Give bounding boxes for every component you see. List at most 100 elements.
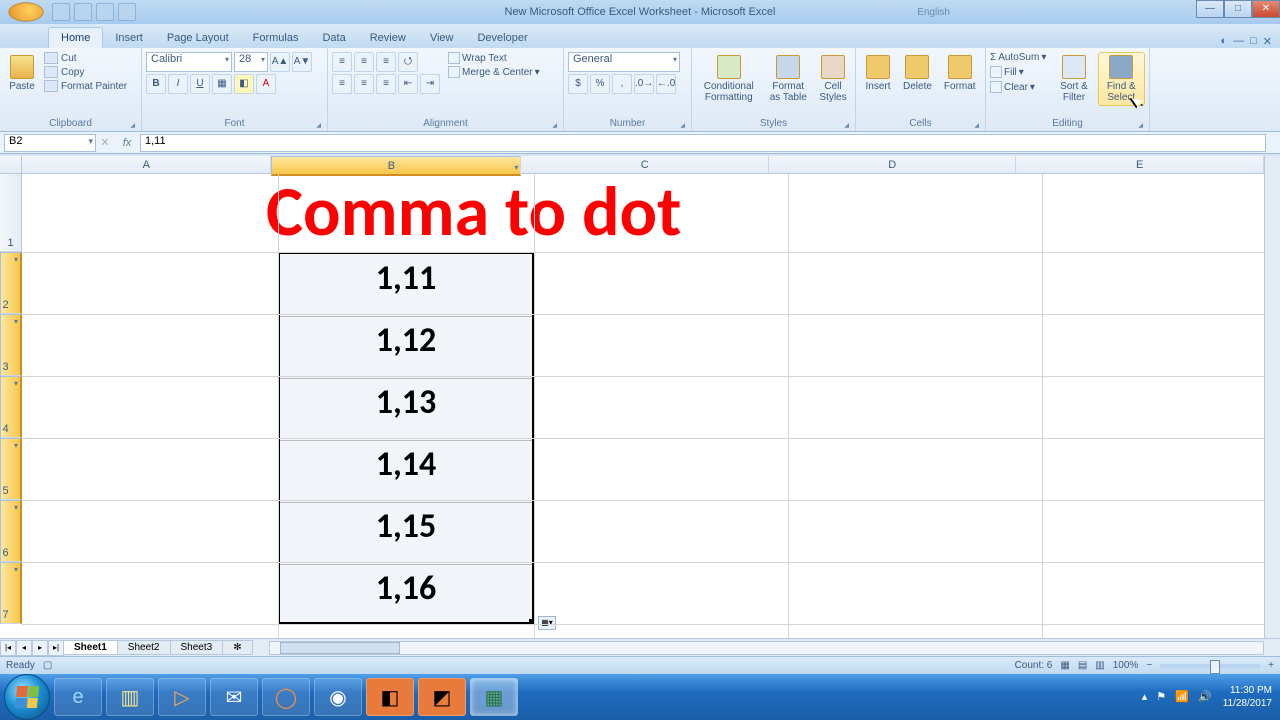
- conditional-formatting-button[interactable]: Conditional Formatting: [696, 52, 762, 106]
- start-button[interactable]: [4, 674, 50, 720]
- cells-area[interactable]: Comma to dot 1,111,121,131,141,151,16 ▦▾: [22, 174, 1264, 638]
- worksheet-grid[interactable]: ABCDE 1234567 Comma to dot 1,111,121,131…: [0, 156, 1264, 638]
- tray-icons[interactable]: ▴ ⚑ 📶 🔊: [1142, 691, 1215, 704]
- autofill-options-icon[interactable]: ▦▾: [538, 616, 556, 630]
- merge-center-button[interactable]: Merge & Center ▾: [448, 66, 540, 78]
- vertical-scrollbar[interactable]: [1264, 156, 1280, 638]
- tab-developer[interactable]: Developer: [465, 28, 539, 48]
- font-name-select[interactable]: Calibri: [146, 52, 232, 72]
- align-bottom-button[interactable]: ≡: [376, 52, 396, 72]
- tab-data[interactable]: Data: [310, 28, 357, 48]
- decrease-indent-button[interactable]: ⇤: [398, 74, 418, 94]
- row-header-6[interactable]: 6: [0, 500, 22, 562]
- close-button[interactable]: ✕: [1252, 0, 1280, 18]
- fill-button[interactable]: Fill ▾: [990, 66, 1046, 78]
- taskbar-app2-icon[interactable]: ◩: [418, 678, 466, 716]
- shrink-font-button[interactable]: A▼: [292, 52, 312, 72]
- copy-button[interactable]: Copy: [44, 66, 127, 78]
- row-header-1[interactable]: 1: [0, 174, 22, 252]
- find-select-button[interactable]: Find & Select: [1098, 52, 1145, 106]
- sheet-nav-last[interactable]: ▸|: [48, 640, 64, 656]
- cell-B6[interactable]: 1,15: [280, 502, 532, 564]
- align-top-button[interactable]: ≡: [332, 52, 352, 72]
- tab-home[interactable]: Home: [48, 27, 103, 48]
- sort-filter-button[interactable]: Sort & Filter: [1052, 52, 1095, 106]
- col-header-A[interactable]: A: [22, 156, 271, 174]
- sheet-tab-3[interactable]: Sheet3: [170, 640, 224, 655]
- currency-button[interactable]: $: [568, 74, 588, 94]
- number-format-select[interactable]: General: [568, 52, 680, 72]
- qat-dropdown-icon[interactable]: [118, 3, 136, 21]
- tab-view[interactable]: View: [418, 28, 466, 48]
- qat-redo-icon[interactable]: [96, 3, 114, 21]
- cell-B5[interactable]: 1,14: [280, 440, 532, 502]
- cancel-formula-icon[interactable]: ✕: [96, 136, 114, 149]
- underline-button[interactable]: U: [190, 74, 210, 94]
- sheet-nav-prev[interactable]: ◂: [16, 640, 32, 656]
- system-tray[interactable]: ▴ ⚑ 📶 🔊 11:30 PM 11/28/2017: [1142, 684, 1280, 710]
- format-as-table-button[interactable]: Format as Table: [764, 52, 813, 106]
- taskbar-excel-icon[interactable]: ▦: [470, 678, 518, 716]
- close-workbook-icon[interactable]: ✕: [1263, 35, 1272, 48]
- name-box[interactable]: B2: [4, 134, 96, 152]
- paste-button[interactable]: Paste: [4, 52, 40, 95]
- row-header-5[interactable]: 5: [0, 438, 22, 500]
- hscroll-thumb[interactable]: [280, 642, 400, 654]
- zoom-level[interactable]: 100%: [1113, 660, 1139, 671]
- fx-icon[interactable]: fx: [118, 137, 136, 149]
- zoom-in-button[interactable]: +: [1268, 660, 1274, 671]
- taskbar-firefox-icon[interactable]: ◯: [262, 678, 310, 716]
- wrap-text-button[interactable]: Wrap Text: [448, 52, 540, 64]
- maximize-button[interactable]: □: [1224, 0, 1252, 18]
- row-header-4[interactable]: 4: [0, 376, 22, 438]
- tab-page-layout[interactable]: Page Layout: [155, 28, 241, 48]
- tab-formulas[interactable]: Formulas: [241, 28, 311, 48]
- comma-style-button[interactable]: ,: [612, 74, 632, 94]
- clear-button[interactable]: Clear ▾: [990, 81, 1046, 93]
- format-cells-button[interactable]: Format: [939, 52, 981, 95]
- row-header-2[interactable]: 2: [0, 252, 22, 314]
- language-indicator[interactable]: English: [917, 7, 950, 18]
- format-painter-button[interactable]: Format Painter: [44, 80, 127, 92]
- row-header-3[interactable]: 3: [0, 314, 22, 376]
- percent-button[interactable]: %: [590, 74, 610, 94]
- tab-insert[interactable]: Insert: [103, 28, 155, 48]
- taskbar-explorer-icon[interactable]: ▥: [106, 678, 154, 716]
- taskbar-app1-icon[interactable]: ◧: [366, 678, 414, 716]
- zoom-slider[interactable]: [1160, 664, 1260, 668]
- horizontal-scrollbar[interactable]: [269, 641, 1264, 655]
- zoom-out-button[interactable]: −: [1146, 660, 1152, 671]
- fill-color-button[interactable]: ◧: [234, 74, 254, 94]
- delete-cells-button[interactable]: Delete: [898, 52, 937, 95]
- align-left-button[interactable]: ≡: [332, 74, 352, 94]
- sheet-tab-2[interactable]: Sheet2: [117, 640, 171, 655]
- view-layout-icon[interactable]: ▤: [1078, 660, 1087, 671]
- align-center-button[interactable]: ≡: [354, 74, 374, 94]
- sheet-tab-1[interactable]: Sheet1: [63, 640, 118, 655]
- min-ribbon-icon[interactable]: —: [1233, 35, 1244, 48]
- italic-button[interactable]: I: [168, 74, 188, 94]
- col-header-E[interactable]: E: [1016, 156, 1264, 174]
- cell-B3[interactable]: 1,12: [280, 316, 532, 378]
- col-header-D[interactable]: D: [769, 156, 1017, 174]
- new-sheet-button[interactable]: ✻: [222, 640, 252, 655]
- align-right-button[interactable]: ≡: [376, 74, 396, 94]
- sheet-nav-first[interactable]: |◂: [0, 640, 16, 656]
- qat-undo-icon[interactable]: [74, 3, 92, 21]
- orientation-button[interactable]: ⭯: [398, 52, 418, 72]
- autosum-button[interactable]: Σ AutoSum ▾: [990, 52, 1046, 63]
- cell-B4[interactable]: 1,13: [280, 378, 532, 440]
- insert-cells-button[interactable]: Insert: [860, 52, 896, 95]
- border-button[interactable]: ▦: [212, 74, 232, 94]
- restore-workbook-icon[interactable]: □: [1250, 35, 1257, 48]
- macro-record-icon[interactable]: ▢: [43, 660, 52, 671]
- taskbar-ie-icon[interactable]: e: [54, 678, 102, 716]
- tab-review[interactable]: Review: [358, 28, 418, 48]
- select-all-corner[interactable]: [0, 156, 22, 174]
- office-button[interactable]: [8, 2, 43, 21]
- increase-decimal-button[interactable]: .0→: [634, 74, 654, 94]
- cut-button[interactable]: Cut: [44, 52, 127, 64]
- align-middle-button[interactable]: ≡: [354, 52, 374, 72]
- row-header-7[interactable]: 7: [0, 562, 22, 624]
- bold-button[interactable]: B: [146, 74, 166, 94]
